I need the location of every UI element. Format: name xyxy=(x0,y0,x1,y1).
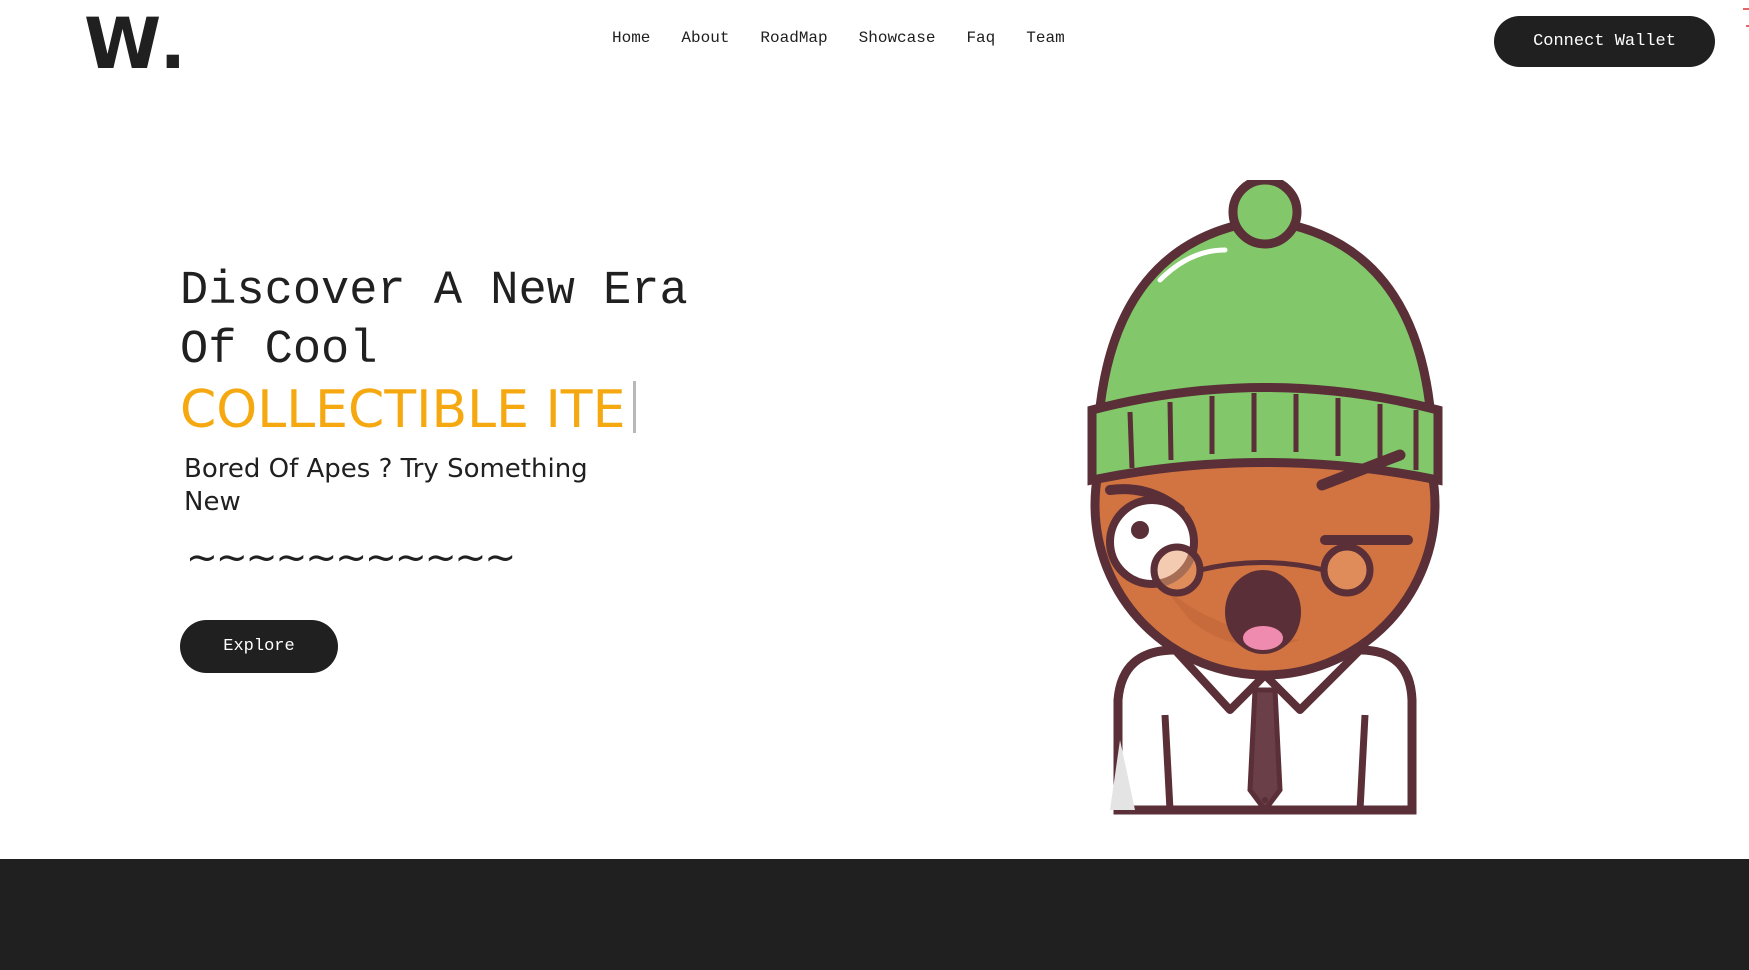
hero-title: Discover A New Era Of Cool xyxy=(180,262,800,380)
hero-subtitle: Bored Of Apes ? Try Something New xyxy=(184,454,588,517)
typing-text: COLLECTIBLE ITE xyxy=(180,380,626,440)
nav-item-faq[interactable]: Faq xyxy=(966,27,995,49)
nav-item-team[interactable]: Team xyxy=(1026,27,1064,49)
brand-logo[interactable]: W. xyxy=(84,4,190,84)
footer-band xyxy=(0,859,1749,970)
hero-title-line1: Discover A New Era xyxy=(180,265,688,318)
explore-button[interactable]: Explore xyxy=(180,620,338,673)
typing-text-line: COLLECTIBLE ITE xyxy=(180,377,800,443)
nav-item-about[interactable]: About xyxy=(681,27,729,49)
typing-cursor xyxy=(633,381,637,433)
nav-item-home[interactable]: Home xyxy=(612,27,650,49)
nav-item-roadmap[interactable]: RoadMap xyxy=(760,27,827,49)
hero-text: Discover A New Era Of Cool COLLECTIBLE I… xyxy=(180,262,800,577)
hero-title-line2: Of Cool xyxy=(180,324,378,377)
nft-character-illustration-icon xyxy=(1087,180,1443,815)
navbar: W. Home About RoadMap Showcase Faq Team … xyxy=(0,0,1749,84)
nav-links: Home About RoadMap Showcase Faq Team xyxy=(612,27,1096,49)
nav-item-showcase[interactable]: Showcase xyxy=(859,27,936,49)
tilde-divider: ~~~~~~~~~~~ xyxy=(186,535,516,579)
corner-mark-icon xyxy=(1743,8,1749,27)
connect-wallet-button[interactable]: Connect Wallet xyxy=(1494,16,1715,67)
